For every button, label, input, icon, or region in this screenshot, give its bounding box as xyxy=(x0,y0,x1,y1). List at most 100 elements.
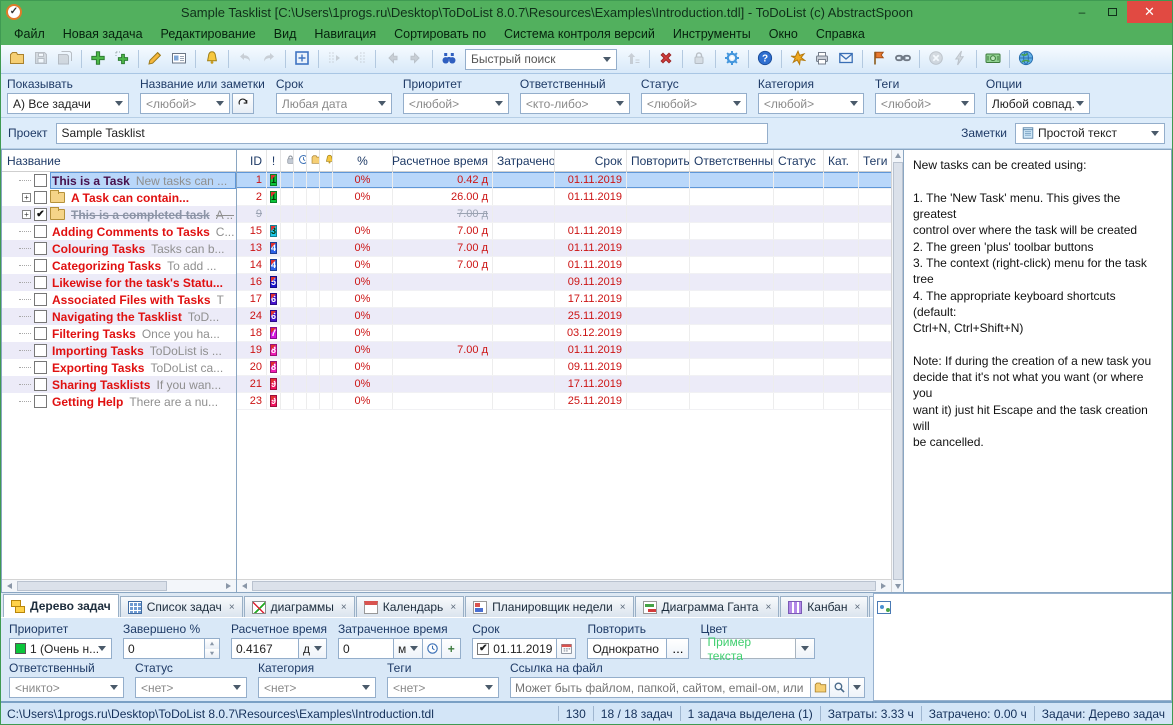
column-header-Повторить[interactable]: Повторить xyxy=(627,150,690,171)
scroll-right-button[interactable] xyxy=(221,580,236,592)
scroll-left-button[interactable] xyxy=(2,580,17,592)
percent-done-input[interactable] xyxy=(123,638,205,659)
task-name-cell[interactable]: Sharing TasklistsIf you wan... xyxy=(50,376,236,393)
minimize-button[interactable]: – xyxy=(1067,1,1097,23)
task-name-cell[interactable]: This is a completed taskA ... xyxy=(69,206,236,223)
task-tree-row[interactable]: Getting HelpThere are a nu... xyxy=(2,393,236,410)
task-tree-row[interactable]: Associated Files with TasksT xyxy=(2,291,236,308)
filter-combo-5[interactable]: <любой> xyxy=(641,93,747,114)
column-header-Ответственный[interactable]: Ответственный xyxy=(690,150,774,171)
task-name-cell[interactable]: Colouring TasksTasks can b... xyxy=(50,240,236,257)
filter-combo-4[interactable]: <кто-либо> xyxy=(520,93,630,114)
task-name-cell[interactable]: Importing TasksToDoList is ... xyxy=(50,342,236,359)
task-grid-row[interactable]: 110%0.42 д01.11.2019 xyxy=(237,172,891,189)
column-header-ID[interactable]: ID xyxy=(237,150,267,171)
task-checkbox[interactable] xyxy=(34,276,47,289)
tab-Канбан[interactable]: Канбан× xyxy=(780,596,868,617)
task-grid-row[interactable]: 1440%7.00 д01.11.2019 xyxy=(237,257,891,274)
expand-toggle[interactable]: + xyxy=(22,210,31,219)
task-tree-row[interactable]: Likewise for the task's Statu... xyxy=(2,274,236,291)
send-email-button[interactable] xyxy=(834,48,858,71)
filter-combo-2[interactable]: Любая дата xyxy=(276,93,392,114)
column-header-Статус[interactable]: Статус xyxy=(774,150,824,171)
task-checkbox[interactable] xyxy=(34,242,47,255)
menu-Вид[interactable]: Вид xyxy=(265,25,306,43)
menu-Файл[interactable]: Файл xyxy=(5,25,54,43)
expand-toggle[interactable]: + xyxy=(22,193,31,202)
scroll-thumb[interactable] xyxy=(17,581,167,591)
new-subtask-button[interactable] xyxy=(110,48,134,71)
task-checkbox[interactable] xyxy=(34,361,47,374)
filter-combo-6[interactable]: <любой> xyxy=(758,93,864,114)
task-name-cell[interactable]: This is a TaskNew tasks can ... xyxy=(50,172,236,189)
task-tree-row[interactable]: + A Task can contain... xyxy=(2,189,236,206)
task-checkbox[interactable]: ✔ xyxy=(34,208,47,221)
print-button[interactable] xyxy=(810,48,834,71)
task-tree-row[interactable]: Importing TasksToDoList is ... xyxy=(2,342,236,359)
task-grid-row[interactable]: 2460%25.11.2019 xyxy=(237,308,891,325)
grid-vertical-scrollbar[interactable] xyxy=(891,150,903,592)
column-header-Теги[interactable]: Теги xyxy=(859,150,892,171)
task-tree-row[interactable]: Categorizing TasksTo add ... xyxy=(2,257,236,274)
spellcheck-button[interactable] xyxy=(786,48,810,71)
calendar-button[interactable] xyxy=(557,638,576,659)
estimated-time-input[interactable] xyxy=(231,638,299,659)
task-tree-row[interactable]: Adding Comments to TasksC... xyxy=(2,223,236,240)
task-grid-row[interactable]: 2080%09.11.2019 xyxy=(237,359,891,376)
menu-Окно[interactable]: Окно xyxy=(760,25,807,43)
column-header-Расчетное время[interactable]: Расчетное время xyxy=(393,150,493,171)
task-grid-row[interactable]: 1530%7.00 д01.11.2019 xyxy=(237,223,891,240)
close-button[interactable]: ✕ xyxy=(1127,1,1172,23)
close-tab-icon[interactable]: × xyxy=(229,602,235,613)
comments-panel[interactable] xyxy=(873,593,1172,701)
task-checkbox[interactable] xyxy=(34,395,47,408)
column-header-![interactable]: ! xyxy=(267,150,281,171)
task-name-cell[interactable]: A Task can contain... xyxy=(69,189,236,206)
task-tree-row[interactable]: Navigating the TasklistToD... xyxy=(2,308,236,325)
filter-combo-8[interactable]: Любой совпад... xyxy=(986,93,1090,114)
tree-column-header[interactable]: Название xyxy=(2,150,236,172)
menu-Инструменты[interactable]: Инструменты xyxy=(664,25,760,43)
close-tab-icon[interactable]: × xyxy=(620,602,626,613)
task-grid-row[interactable]: 1870%03.12.2019 xyxy=(237,325,891,342)
column-header-Срок[interactable]: Срок xyxy=(555,150,627,171)
delete-task-button[interactable] xyxy=(654,48,678,71)
find-tasks-button[interactable] xyxy=(437,48,461,71)
menu-Система контроля версий[interactable]: Система контроля версий xyxy=(495,25,664,43)
priority-combo[interactable]: 1 (Очень н... xyxy=(9,638,112,659)
due-date-checkbox[interactable]: ✔ xyxy=(477,643,489,655)
grid-horizontal-scrollbar[interactable] xyxy=(237,579,891,592)
column-header-lock-icon[interactable] xyxy=(281,150,294,171)
scroll-thumb[interactable] xyxy=(252,581,876,591)
close-tab-icon[interactable]: × xyxy=(765,602,771,613)
help-button[interactable]: ? xyxy=(753,48,777,71)
new-task-button[interactable] xyxy=(86,48,110,71)
tab-Дерево задач[interactable]: Дерево задач xyxy=(3,594,119,617)
flag-task-button[interactable] xyxy=(867,48,891,71)
task-checkbox[interactable] xyxy=(34,310,47,323)
task-name-cell[interactable]: Filtering TasksOnce you ha... xyxy=(50,325,236,342)
color-dropdown-button[interactable] xyxy=(796,638,815,659)
task-tree-row[interactable]: +✔ This is a completed taskA ... xyxy=(2,206,236,223)
task-checkbox[interactable] xyxy=(34,191,47,204)
scroll-down-button[interactable] xyxy=(895,584,901,589)
task-grid-row[interactable]: 210%26.00 д01.11.2019 xyxy=(237,189,891,206)
project-input[interactable] xyxy=(56,123,768,144)
track-time-button[interactable] xyxy=(423,638,442,659)
scroll-right-button[interactable] xyxy=(876,580,891,592)
task-checkbox[interactable] xyxy=(34,225,47,238)
due-date-box[interactable]: ✔01.11.2019 xyxy=(472,638,557,659)
menu-Новая задача[interactable]: Новая задача xyxy=(54,25,152,43)
menu-Сортировать по[interactable]: Сортировать по xyxy=(385,25,495,43)
column-header-clock-icon[interactable] xyxy=(294,150,307,171)
tags-combo[interactable]: <нет> xyxy=(387,677,499,698)
column-header-Кат.[interactable]: Кат. xyxy=(824,150,859,171)
task-checkbox[interactable] xyxy=(34,259,47,272)
tab-Планировщик недели[interactable]: Планировщик недели× xyxy=(465,596,633,617)
task-notes-panel[interactable]: New tasks can be created using: 1. The '… xyxy=(904,149,1172,593)
add-time-button[interactable]: + xyxy=(442,638,461,659)
task-tree-row[interactable]: Sharing TasklistsIf you wan... xyxy=(2,376,236,393)
spent-time-unit[interactable]: м xyxy=(394,638,423,659)
filter-combo-3[interactable]: <любой> xyxy=(403,93,509,114)
task-tree-row[interactable]: This is a TaskNew tasks can ... xyxy=(2,172,236,189)
